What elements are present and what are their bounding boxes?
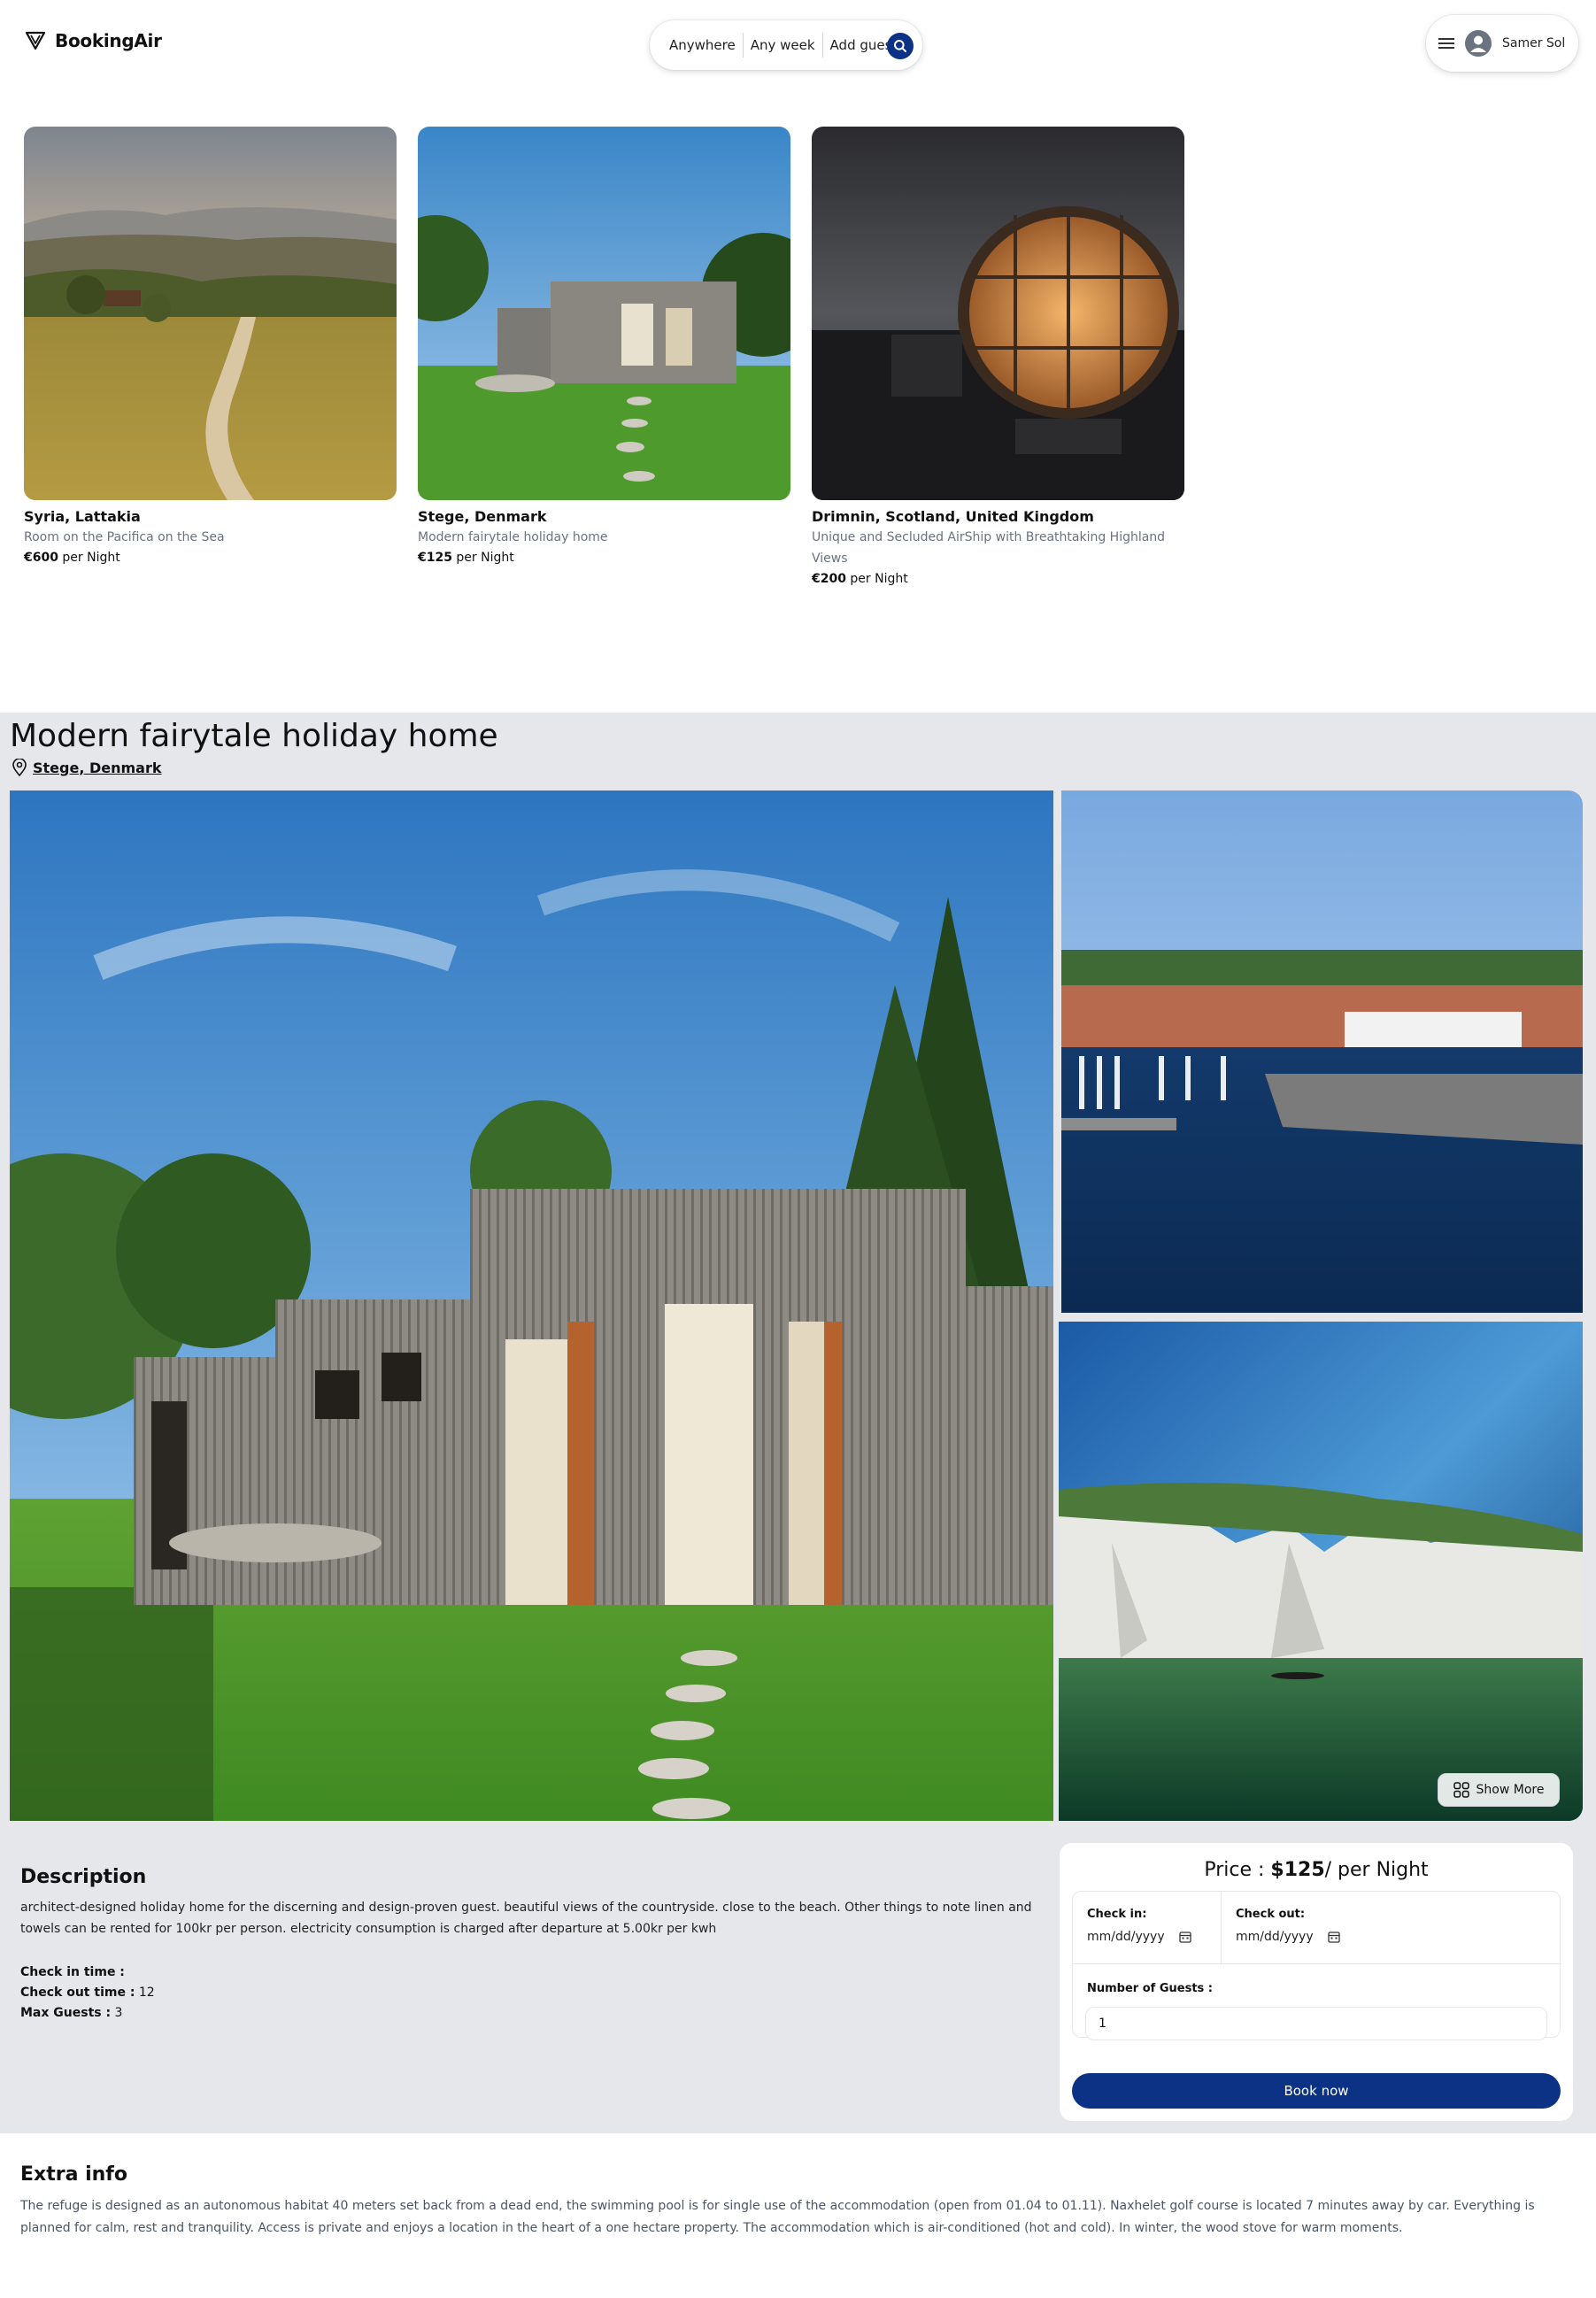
user-name: Samer Sol: [1502, 36, 1566, 50]
listing-photo[interactable]: [418, 127, 790, 500]
description-heading: Description: [20, 1866, 147, 1888]
listing-price-unit: per Night: [62, 551, 120, 565]
listing-price-amount: €125: [418, 551, 452, 565]
gallery-side-photo[interactable]: [1061, 790, 1583, 1313]
check-in-label: Check in:: [1087, 1908, 1147, 1921]
user-avatar-icon: [1465, 30, 1492, 57]
check-out-label: Check out:: [1236, 1908, 1306, 1921]
show-more-button[interactable]: Show More: [1438, 1773, 1560, 1807]
check-out-time-row: Check out time : 12: [20, 1983, 155, 2003]
logo-triangle-icon: [25, 31, 46, 50]
listing-title: Drimnin, Scotland, United Kingdom: [812, 508, 1094, 525]
check-out-placeholder: mm/dd/yyyy: [1236, 1930, 1314, 1944]
description-text: architect-designed holiday home for the …: [20, 1901, 1032, 1936]
check-in-time-row: Check in time :: [20, 1963, 155, 1983]
gallery-side-photo[interactable]: [1059, 1322, 1583, 1821]
booking-price-suffix: / per Night: [1324, 1859, 1429, 1881]
top-nav: BookingAir Anywhere Any week Add guests …: [0, 0, 1596, 89]
user-menu-button[interactable]: Samer Sol: [1426, 15, 1578, 72]
detail-location[interactable]: Stege, Denmark: [12, 759, 162, 776]
max-guests-row: Max Guests : 3: [20, 2003, 155, 2024]
listing-subtitle: Modern fairytale holiday home: [418, 530, 608, 544]
check-in-field[interactable]: Check in: mm/dd/yyyy: [1073, 1892, 1222, 1964]
house-photo-large: [10, 790, 1053, 1821]
check-out-time-label: Check out time :: [20, 1986, 135, 2000]
listing-card[interactable]: Drimnin, Scotland, United Kingdom Unique…: [812, 127, 1184, 589]
location-pin-icon: [12, 759, 27, 776]
check-out-input[interactable]: mm/dd/yyyy: [1236, 1930, 1561, 1944]
guests-label: Number of Guests :: [1087, 1982, 1214, 1995]
listing-price: €200 per Night: [812, 569, 1184, 589]
listing-title: Syria, Lattakia: [24, 508, 141, 525]
listing-price: €125 per Night: [418, 548, 790, 567]
calendar-icon[interactable]: [1327, 1931, 1340, 1943]
book-now-button[interactable]: Book now: [1072, 2073, 1561, 2109]
search-button[interactable]: [887, 33, 914, 59]
booking-card: Price : $125/ per Night Check in: mm/dd/…: [1060, 1843, 1573, 2121]
brand-name: BookingAir: [55, 30, 162, 51]
listing-title: Stege, Denmark: [418, 508, 547, 525]
listing-price-unit: per Night: [456, 551, 514, 565]
listing-subtitle: Room on the Pacifica on the Sea: [24, 530, 225, 544]
countryside-photo: [24, 127, 397, 500]
check-out-field[interactable]: Check out: mm/dd/yyyy: [1222, 1892, 1561, 1964]
listing-grid: Syria, Lattakia Room on the Pacifica on …: [24, 127, 1184, 589]
search-where[interactable]: Anywhere: [662, 33, 743, 58]
search-icon: [894, 40, 906, 52]
booking-price: Price : $125/ per Night: [1060, 1859, 1573, 1881]
check-in-time-label: Check in time :: [20, 1965, 125, 1979]
check-out-time-value: 12: [138, 1986, 155, 2000]
brand-logo[interactable]: BookingAir: [25, 30, 162, 51]
wooden-house-photo: [418, 127, 790, 500]
listing-price-amount: €600: [24, 551, 58, 565]
harbor-photo: [1061, 790, 1583, 1313]
booking-form: Check in: mm/dd/yyyy Check out: mm/dd/yy…: [1072, 1891, 1561, 2040]
airship-cabin-photo: [812, 127, 1184, 500]
listing-price-unit: per Night: [850, 572, 908, 586]
cliffs-photo: [1059, 1322, 1583, 1821]
extra-info-heading: Extra info: [20, 2163, 127, 2186]
show-more-label: Show More: [1476, 1783, 1545, 1797]
guests-input[interactable]: 1: [1085, 2007, 1547, 2040]
stay-facts: Check in time : Check out time : 12 Max …: [20, 1963, 155, 2024]
grid-icon: [1453, 1782, 1469, 1798]
booking-price-amount: $125: [1270, 1859, 1325, 1881]
gallery-main-photo[interactable]: [10, 790, 1053, 1821]
calendar-icon[interactable]: [1178, 1931, 1191, 1943]
check-in-input[interactable]: mm/dd/yyyy: [1087, 1930, 1221, 1944]
detail-title: Modern fairytale holiday home: [10, 718, 498, 754]
listing-photo[interactable]: [24, 127, 397, 500]
booking-price-prefix: Price :: [1204, 1859, 1265, 1881]
search-when[interactable]: Any week: [744, 33, 822, 58]
menu-icon: [1438, 38, 1454, 49]
listing-price: €600 per Night: [24, 548, 397, 567]
max-guests-value: 3: [114, 2006, 123, 2020]
search-bar[interactable]: Anywhere Any week Add guests: [650, 20, 922, 70]
listing-detail-section: Modern fairytale holiday home Stege, Den…: [0, 713, 1596, 2133]
listing-photo[interactable]: [812, 127, 1184, 500]
listing-card[interactable]: Syria, Lattakia Room on the Pacifica on …: [24, 127, 397, 589]
detail-location-link[interactable]: Stege, Denmark: [33, 760, 162, 776]
extra-info-text: The refuge is designed as an autonomous …: [20, 2199, 1535, 2235]
check-in-placeholder: mm/dd/yyyy: [1087, 1930, 1165, 1944]
max-guests-label: Max Guests :: [20, 2006, 112, 2020]
listing-price-amount: €200: [812, 572, 846, 586]
listing-subtitle: Unique and Secluded AirShip with Breatht…: [812, 530, 1166, 566]
listing-card[interactable]: Stege, Denmark Modern fairytale holiday …: [418, 127, 790, 589]
